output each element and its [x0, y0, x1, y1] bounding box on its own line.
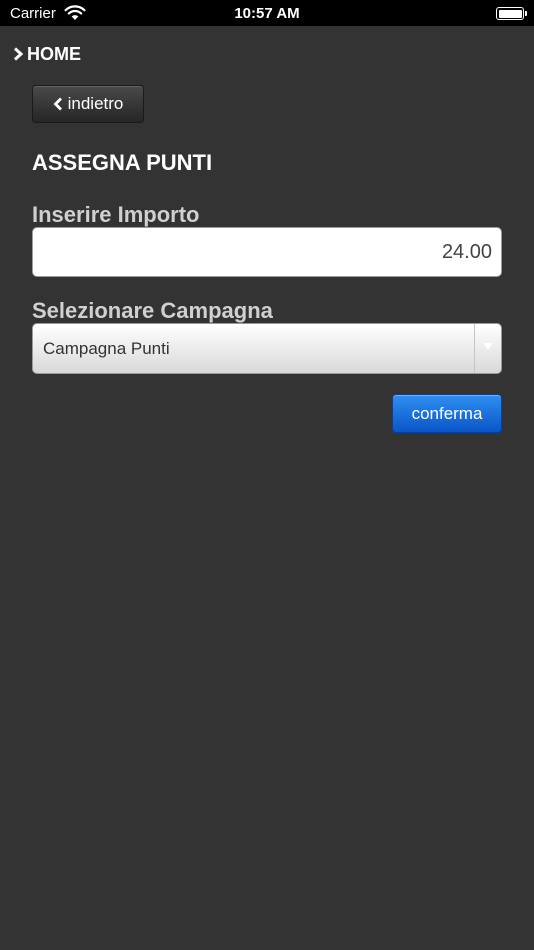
- amount-label: Inserire Importo: [32, 202, 200, 227]
- campaign-selected-value: Campagna Punti: [43, 339, 170, 358]
- back-button[interactable]: indietro: [32, 85, 144, 123]
- home-link[interactable]: HOME: [12, 43, 81, 65]
- confirm-button[interactable]: conferma: [392, 394, 502, 433]
- back-button-label: indietro: [67, 94, 124, 113]
- clock: 10:57 AM: [234, 5, 300, 22]
- chevron-left-icon: [53, 97, 62, 111]
- chevron-right-icon: [13, 47, 24, 61]
- campaign-label: Selezionare Campagna: [32, 298, 273, 323]
- battery-icon: [496, 7, 527, 20]
- triangle-down-icon: [483, 343, 493, 350]
- campaign-select[interactable]: Campagna Punti: [32, 323, 502, 374]
- status-bar: Carrier 10:57 AM: [0, 0, 534, 26]
- amount-input[interactable]: [32, 227, 502, 277]
- confirm-button-label: conferma: [411, 403, 483, 423]
- select-arrow-zone[interactable]: [474, 324, 501, 373]
- home-label: HOME: [27, 43, 81, 64]
- page-title: ASSEGNA PUNTI: [32, 150, 213, 175]
